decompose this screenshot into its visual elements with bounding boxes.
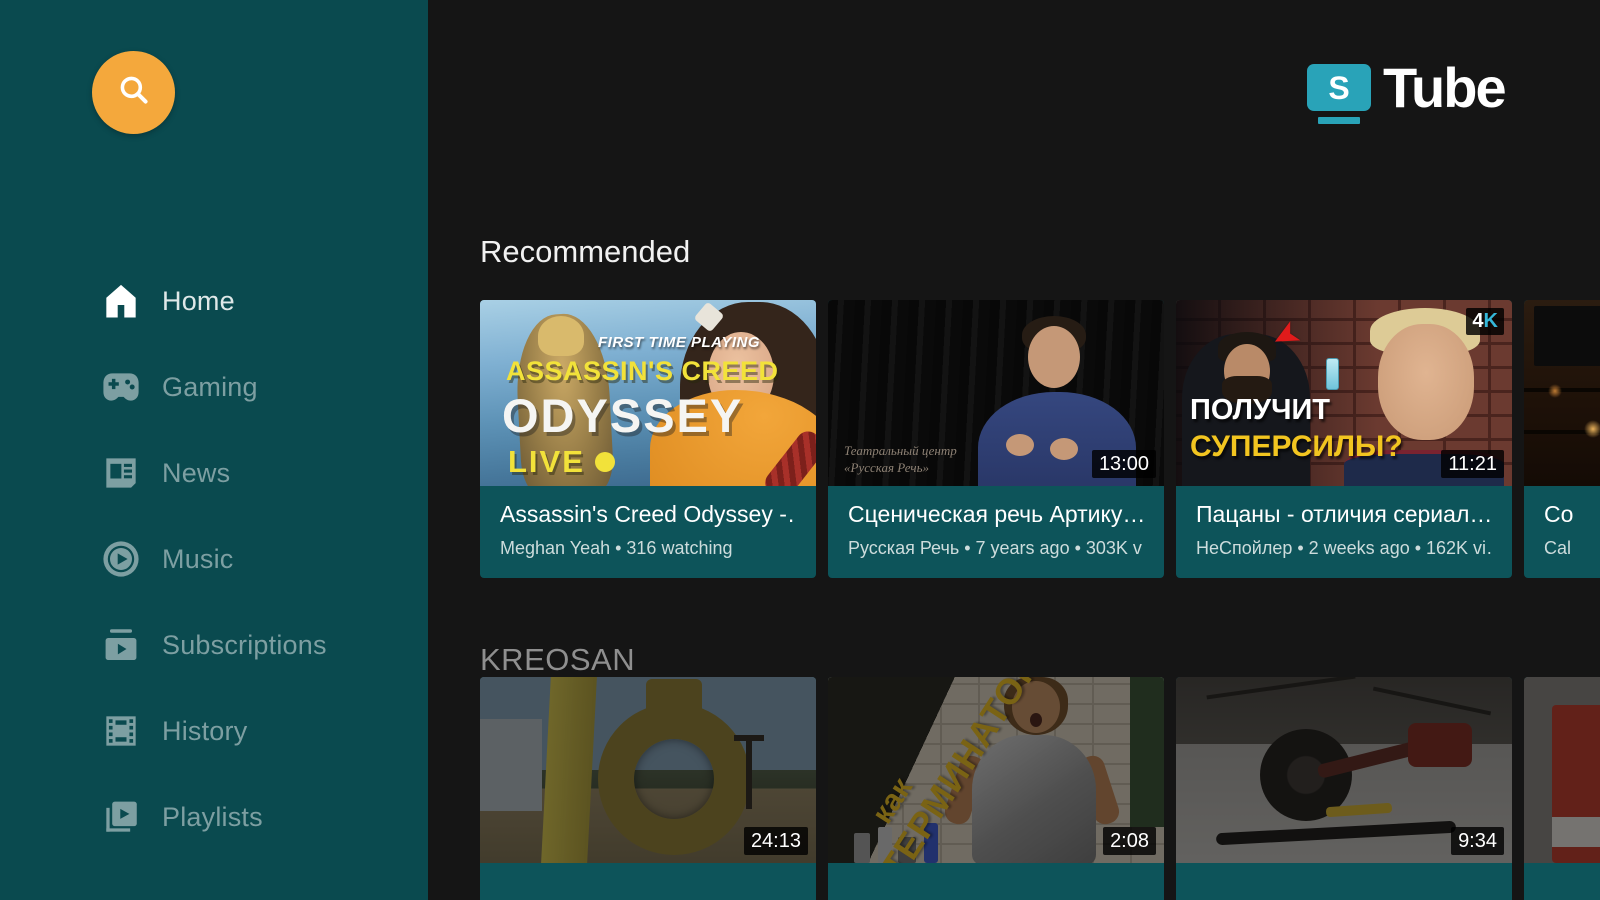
video-thumbnail: 24:13 bbox=[480, 677, 816, 863]
section-title-kreosan: KREOSAN bbox=[480, 642, 636, 677]
sidebar-item-label: Subscriptions bbox=[162, 629, 327, 660]
sidebar-item-label: Music bbox=[162, 543, 234, 574]
homelander-face bbox=[1378, 324, 1474, 440]
card-footer: Co Cal bbox=[1524, 486, 1600, 578]
sidebar-item-gaming[interactable]: Gaming bbox=[0, 344, 428, 430]
video-title: Пацаны - отличия сериал… bbox=[1196, 501, 1492, 527]
video-meta: Русская Речь • 7 years ago • 303K v… bbox=[848, 538, 1144, 558]
warrior-helmet bbox=[538, 316, 584, 356]
card-footer: Assassin's Creed Odyssey -… Meghan Yeah … bbox=[480, 486, 816, 578]
sidebar-item-label: Playlists bbox=[162, 801, 263, 832]
card-footer bbox=[1524, 863, 1600, 900]
logo-s: S bbox=[1328, 69, 1350, 106]
tv-logo-icon: S bbox=[1307, 64, 1371, 124]
app-logo: S Tube bbox=[1307, 56, 1507, 124]
thumb-tagline: FIRST TIME PLAYING bbox=[598, 334, 761, 351]
thumb-watermark: Театральный центр «Русская Речь» bbox=[844, 443, 957, 475]
speaker-face bbox=[1028, 326, 1080, 388]
home-icon bbox=[98, 278, 144, 324]
video-meta: Meghan Yeah • 316 watching bbox=[500, 538, 733, 558]
card-footer bbox=[1176, 863, 1512, 900]
thumb-title-line2: ODYSSEY bbox=[502, 389, 744, 442]
sidebar-item-playlists[interactable]: Playlists bbox=[0, 774, 428, 860]
music-play-icon bbox=[98, 536, 144, 582]
candle-glow bbox=[1584, 420, 1600, 438]
smarttube-home-screen: Home Gaming News Music Subscriptions His… bbox=[0, 0, 1600, 900]
duration-badge: 24:13 bbox=[743, 827, 808, 855]
blue-vial bbox=[1326, 358, 1339, 390]
duration-badge: 9:34 bbox=[1451, 827, 1504, 855]
subscriptions-icon bbox=[98, 622, 144, 668]
live-label: LIVE bbox=[508, 444, 615, 480]
video-card[interactable]: ПОЛУЧИТ СУПЕРСИЛЫ? 4K 11:21 Пацаны - отл… bbox=[1176, 300, 1512, 578]
video-thumbnail: как ТЕРМИНАТОР 2:08 bbox=[828, 677, 1164, 863]
speaker-hand bbox=[1050, 438, 1078, 460]
sidebar-item-label: News bbox=[162, 457, 231, 488]
duration-badge: 13:00 bbox=[1091, 450, 1156, 478]
gamepad-icon bbox=[98, 364, 144, 410]
thumb-text-line1: ПОЛУЧИТ bbox=[1190, 394, 1331, 426]
duration-badge: 2:08 bbox=[1103, 827, 1156, 855]
video-card[interactable]: 9:34 bbox=[1176, 677, 1512, 900]
search-icon bbox=[114, 70, 154, 115]
video-card[interactable]: Co Cal bbox=[1524, 300, 1600, 578]
playlists-icon bbox=[98, 794, 144, 840]
video-thumbnail bbox=[1524, 677, 1600, 863]
card-footer: Сценическая речь Артику… Русская Речь • … bbox=[828, 486, 1164, 578]
candle-glow bbox=[1548, 384, 1562, 398]
sidebar-item-label: History bbox=[162, 715, 248, 746]
video-thumbnail: ПОЛУЧИТ СУПЕРСИЛЫ? 4K 11:21 bbox=[1176, 300, 1512, 486]
tv-stand bbox=[1318, 117, 1360, 124]
video-thumbnail: Театральный центр «Русская Речь» 13:00 bbox=[828, 300, 1164, 486]
video-thumbnail bbox=[1524, 300, 1600, 486]
video-title: Assassin's Creed Odyssey -… bbox=[500, 501, 796, 527]
video-thumbnail: 9:34 bbox=[1176, 677, 1512, 863]
sidebar-item-music[interactable]: Music bbox=[0, 516, 428, 602]
sidebar-item-history[interactable]: History bbox=[0, 688, 428, 774]
sidebar-item-label: Gaming bbox=[162, 371, 258, 402]
newspaper-icon bbox=[98, 450, 144, 496]
speaker-hand bbox=[1006, 434, 1034, 456]
sidebar-item-label: Home bbox=[162, 285, 235, 316]
video-card[interactable]: FIRST TIME PLAYING ASSASSIN'S CREED ODYS… bbox=[480, 300, 816, 578]
card-footer bbox=[480, 863, 816, 900]
sidebar-menu: Home Gaming News Music Subscriptions His… bbox=[0, 258, 428, 860]
video-thumbnail: FIRST TIME PLAYING ASSASSIN'S CREED ODYS… bbox=[480, 300, 816, 486]
logo-text: Tube bbox=[1383, 56, 1507, 119]
duration-badge: 11:21 bbox=[1441, 450, 1504, 478]
dim-overlay bbox=[1524, 677, 1600, 863]
sidebar-item-news[interactable]: News bbox=[0, 430, 428, 516]
card-footer: Пацаны - отличия сериал… НеСпойлер • 2 w… bbox=[1176, 486, 1512, 578]
sidebar: Home Gaming News Music Subscriptions His… bbox=[0, 0, 428, 900]
video-meta: НеСпойлер • 2 weeks ago • 162K vi… bbox=[1196, 538, 1492, 558]
menu-board bbox=[1534, 306, 1600, 366]
video-card[interactable]: 24:13 bbox=[480, 677, 816, 900]
sidebar-item-subscriptions[interactable]: Subscriptions bbox=[0, 602, 428, 688]
card-footer bbox=[828, 863, 1164, 900]
sidebar-item-home[interactable]: Home bbox=[0, 258, 428, 344]
video-card[interactable]: как ТЕРМИНАТОР 2:08 bbox=[828, 677, 1164, 900]
search-button[interactable] bbox=[92, 51, 175, 134]
quality-badge-4k: 4K bbox=[1466, 308, 1504, 335]
film-strip-icon bbox=[98, 708, 144, 754]
video-meta: Cal bbox=[1544, 538, 1572, 558]
video-card[interactable] bbox=[1524, 677, 1600, 900]
thumb-title-line1: ASSASSIN'S CREED bbox=[506, 356, 779, 386]
section-title-recommended: Recommended bbox=[480, 234, 691, 269]
video-title: Сценическая речь Артику… bbox=[848, 501, 1144, 527]
thumb-text-line2: СУПЕРСИЛЫ? bbox=[1190, 430, 1403, 463]
shelf bbox=[1524, 388, 1600, 392]
video-card[interactable]: Театральный центр «Русская Речь» 13:00 С… bbox=[828, 300, 1164, 578]
video-title: Co bbox=[1544, 501, 1574, 527]
